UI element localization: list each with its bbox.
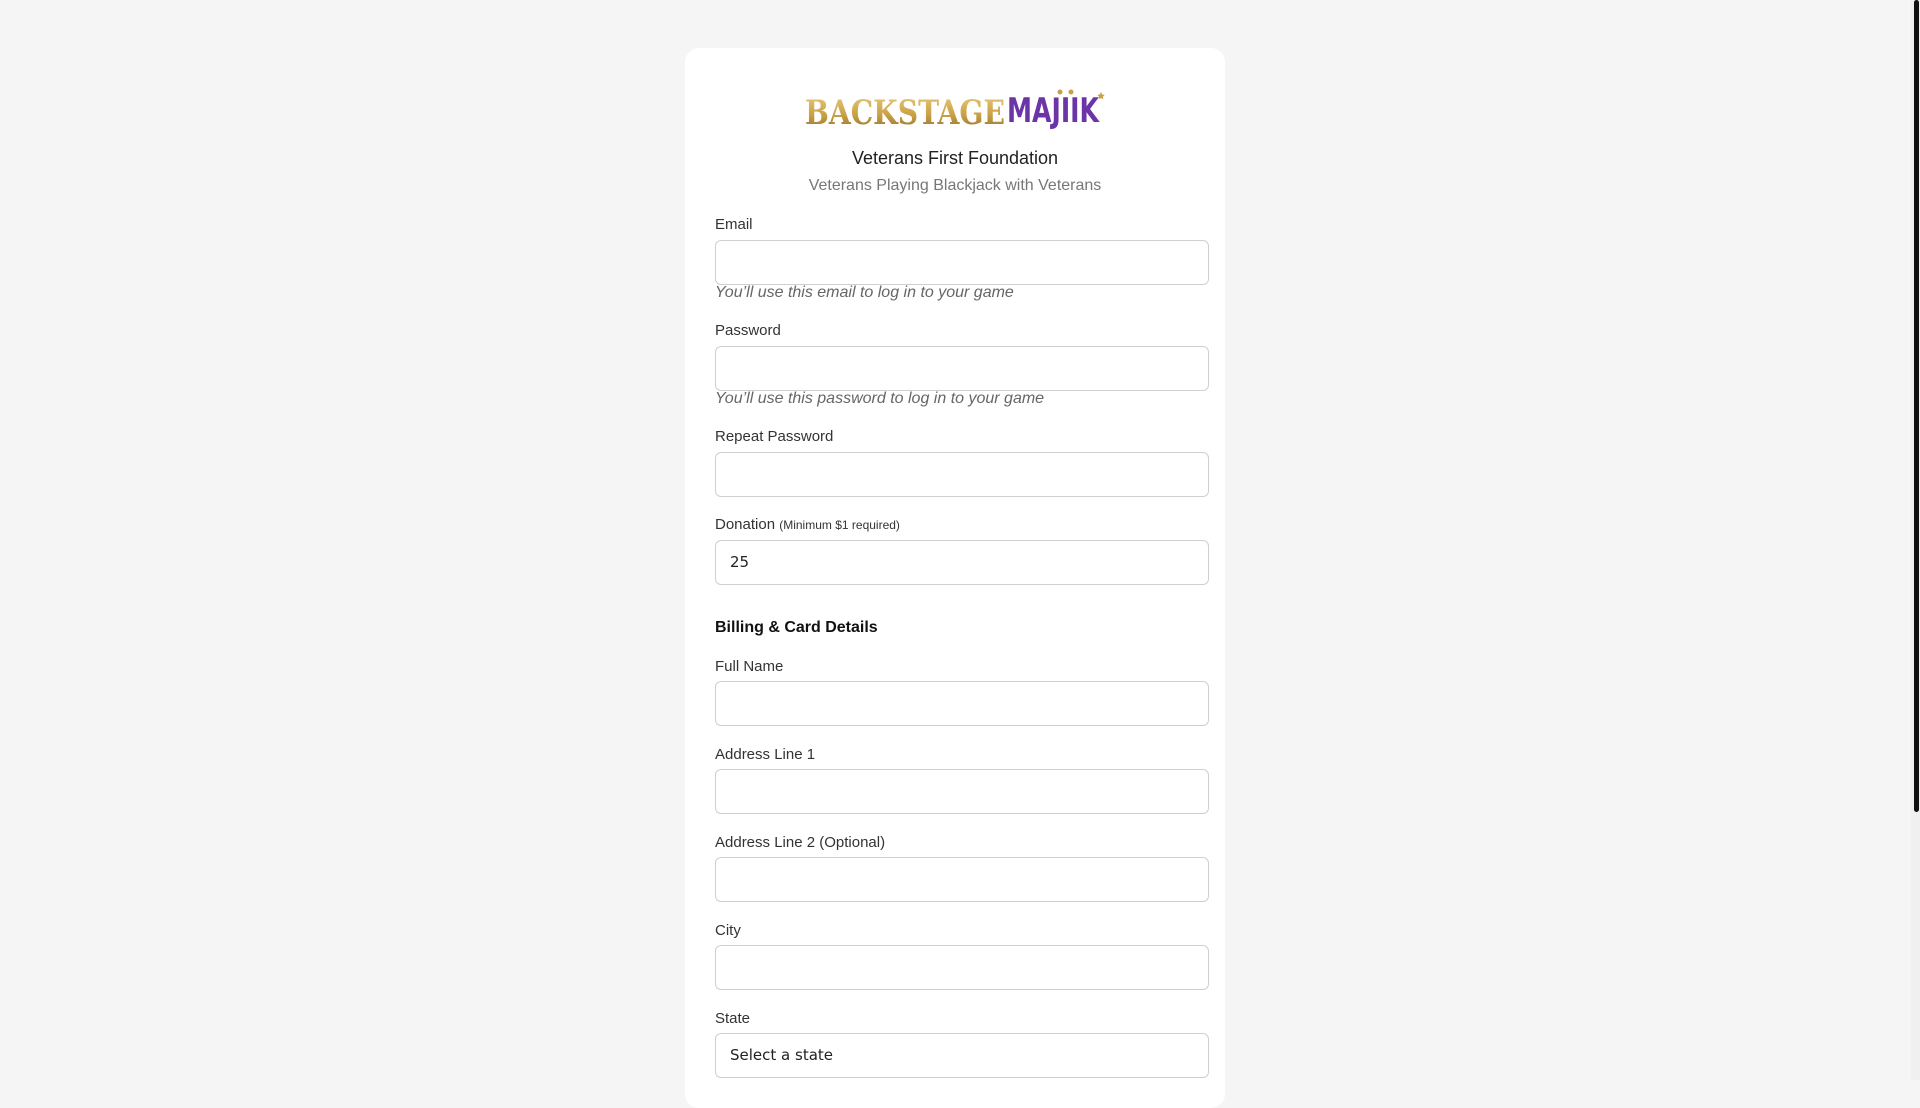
address-line1-label: Address Line 1 bbox=[715, 746, 816, 763]
svg-text:MAJIIK: MAJIIK bbox=[1007, 91, 1100, 131]
city-field[interactable] bbox=[715, 945, 1209, 990]
page-scrollbar-thumb[interactable] bbox=[1914, 0, 1919, 812]
repeat-password-label: Repeat Password bbox=[715, 428, 834, 445]
donation-minimum-note: (Minimum $1 required) bbox=[779, 518, 900, 532]
repeat-password-field[interactable] bbox=[715, 452, 1209, 497]
full-name-field[interactable] bbox=[715, 681, 1209, 726]
password-help-text: You’ll use this password to log in to yo… bbox=[715, 390, 1045, 407]
city-label: City bbox=[715, 922, 741, 939]
password-label: Password bbox=[715, 322, 781, 339]
billing-section-heading: Billing & Card Details bbox=[715, 619, 878, 636]
address-line1-field[interactable] bbox=[715, 769, 1209, 814]
password-field[interactable] bbox=[715, 346, 1209, 391]
registration-card: BACKSTAGE MAJIIK Veterans First Foundati… bbox=[685, 48, 1225, 1108]
email-label: Email bbox=[715, 216, 753, 233]
donation-label: Donation (Minimum $1 required) bbox=[715, 516, 900, 533]
backstage-majiik-logo: BACKSTAGE MAJIIK bbox=[805, 89, 1105, 133]
address-line2-field[interactable] bbox=[715, 857, 1209, 902]
email-help-text: You’ll use this email to log in to your … bbox=[715, 284, 1014, 301]
email-field[interactable] bbox=[715, 240, 1209, 285]
state-label: State bbox=[715, 1010, 751, 1027]
organization-title: Veterans First Foundation bbox=[851, 148, 1059, 168]
svg-text:BACKSTAGE: BACKSTAGE bbox=[805, 93, 1005, 133]
organization-subtitle: Veterans Playing Blackjack with Veterans bbox=[808, 177, 1102, 194]
state-select[interactable]: Select a state bbox=[715, 1033, 1209, 1078]
donation-label-text: Donation bbox=[715, 516, 776, 533]
address-line2-label: Address Line 2 (Optional) bbox=[715, 834, 886, 851]
full-name-label: Full Name bbox=[715, 658, 784, 675]
donation-field[interactable]: 25 bbox=[715, 540, 1209, 585]
